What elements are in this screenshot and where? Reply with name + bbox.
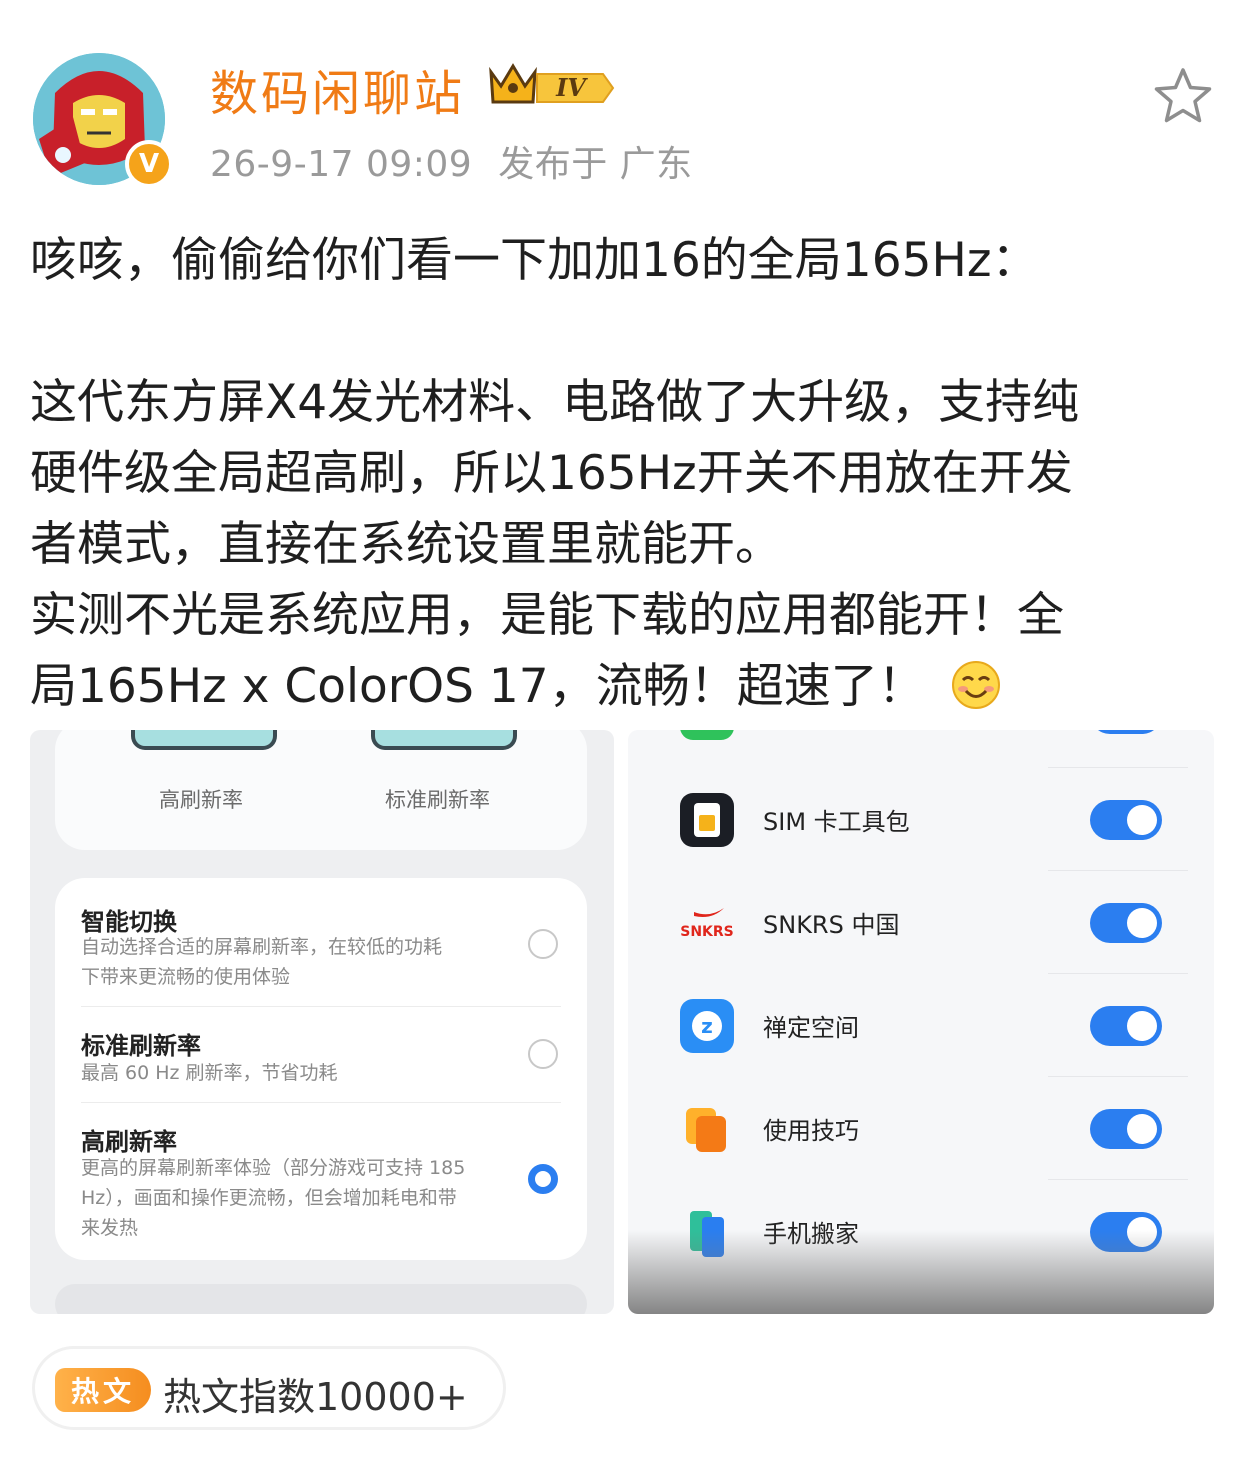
sim-card-icon <box>680 793 734 847</box>
toggle-snkrs[interactable] <box>1090 903 1162 943</box>
app-name: SNKRS 中国 <box>763 911 900 939</box>
post-line: 硬件级全局超高刷，所以165Hz开关不用放在开发 <box>30 446 1073 501</box>
app-name: 禅定空间 <box>763 1014 859 1042</box>
tips-icon <box>680 1102 734 1156</box>
preview-label-high: 高刷新率 <box>159 788 243 812</box>
option-desc: 更高的屏幕刷新率体验（部分游戏可支持 185 Hz），画面和操作更流畅，但会增加… <box>81 1153 511 1243</box>
post-location: 发布于 广东 <box>498 144 693 185</box>
option-desc-line: Hz），画面和操作更流畅，但会增加耗电和带 <box>81 1187 457 1209</box>
zen-space-icon: z <box>680 999 734 1053</box>
app-row-sim-toolkit[interactable]: SIM 卡工具包 <box>628 767 1214 870</box>
high-refresh-phone-thumbnail <box>131 730 277 750</box>
app-row-zen-space[interactable]: z 禅定空间 <box>628 973 1214 1076</box>
post-line-last: 局165Hz x ColorOS 17，流畅！超速了！ <box>30 651 1230 722</box>
next-card-edge <box>55 1284 587 1314</box>
post-meta: 26-9-17 09:09 发布于 广东 <box>210 135 693 187</box>
option-desc-line: 来发热 <box>81 1217 139 1239</box>
smile-emoji-icon <box>951 661 1000 709</box>
radio-high-refresh-selected[interactable] <box>528 1164 558 1194</box>
post-line: 者模式，直接在系统设置里就能开。 <box>30 517 782 572</box>
app-name: 使用技巧 <box>763 1117 859 1145</box>
option-desc: 最高 60 Hz 刷新率，节省功耗 <box>81 1058 511 1088</box>
toggle-sim-toolkit[interactable] <box>1090 800 1162 840</box>
radio-smart-switch[interactable] <box>528 929 558 959</box>
post-line: 这代东方屏X4发光材料、电路做了大升级，支持纯 <box>30 375 1080 430</box>
app-row-tips[interactable]: 使用技巧 <box>628 1076 1214 1179</box>
crown-level-badge-icon: IV <box>489 63 615 104</box>
option-divider <box>81 1102 561 1103</box>
option-desc-line: 下带来更流畅的使用体验 <box>81 966 291 988</box>
toggle-zen-space[interactable] <box>1090 1006 1162 1046</box>
standard-refresh-phone-thumbnail <box>371 730 517 750</box>
partial-app-icon <box>680 730 734 740</box>
post-line: 咳咳，偷偷给你们看一下加加16的全局165Hz： <box>30 233 1039 288</box>
level-text: IV <box>555 73 588 102</box>
radio-standard-refresh[interactable] <box>528 1039 558 1069</box>
post-line-text: 局165Hz x ColorOS 17，流畅！超速了！ <box>30 659 925 714</box>
favorite-star-icon[interactable] <box>1152 66 1214 126</box>
option-title: 高刷新率 <box>81 1128 177 1156</box>
option-desc-line: 自动选择合适的屏幕刷新率，在较低的功耗 <box>81 936 443 958</box>
option-title: 标准刷新率 <box>81 1032 201 1060</box>
refresh-options-card: 智能切换 自动选择合适的屏幕刷新率，在较低的功耗 下带来更流畅的使用体验 标准刷… <box>55 878 587 1260</box>
option-divider <box>81 1006 561 1007</box>
app-row-snkrs[interactable]: SNKRS SNKRS 中国 <box>628 870 1214 973</box>
bottom-fade-overlay <box>628 1230 1214 1314</box>
refresh-rate-settings-screenshot[interactable]: 高刷新率 标准刷新率 智能切换 自动选择合适的屏幕刷新率，在较低的功耗 下带来更… <box>30 730 614 1314</box>
option-desc-line: 最高 60 Hz 刷新率，节省功耗 <box>81 1062 338 1084</box>
app-refresh-toggles-screenshot[interactable]: SIM 卡工具包 SNKRS SNKRS 中国 z 禅定空间 使用技巧 <box>628 730 1214 1314</box>
snkrs-icon: SNKRS <box>680 896 734 950</box>
partial-toggle[interactable] <box>1090 730 1162 734</box>
post-body: 咳咳，偷偷给你们看一下加加16的全局165Hz： 这代东方屏X4发光材料、电路做… <box>30 225 1230 722</box>
author-name[interactable]: 数码闲聊站 <box>210 54 465 124</box>
hot-tag-badge: 热文 <box>55 1368 151 1412</box>
svg-text:SNKRS: SNKRS <box>680 924 734 940</box>
hot-index-text: 热文指数10000+ <box>163 1375 468 1419</box>
toggle-tips[interactable] <box>1090 1109 1162 1149</box>
verified-badge-icon: V <box>125 140 173 188</box>
post-timestamp: 26-9-17 09:09 <box>210 144 473 185</box>
preview-label-standard: 标准刷新率 <box>385 788 490 812</box>
hot-article-index-pill[interactable]: 热文 热文指数10000+ <box>32 1346 506 1430</box>
app-name: SIM 卡工具包 <box>763 808 910 836</box>
refresh-preview-card: 高刷新率 标准刷新率 <box>55 730 587 850</box>
option-desc: 自动选择合适的屏幕刷新率，在较低的功耗 下带来更流畅的使用体验 <box>81 932 511 992</box>
option-desc-line: 更高的屏幕刷新率体验（部分游戏可支持 185 <box>81 1157 466 1179</box>
post-line: 实测不光是系统应用，是能下载的应用都能开！全 <box>30 588 1064 643</box>
